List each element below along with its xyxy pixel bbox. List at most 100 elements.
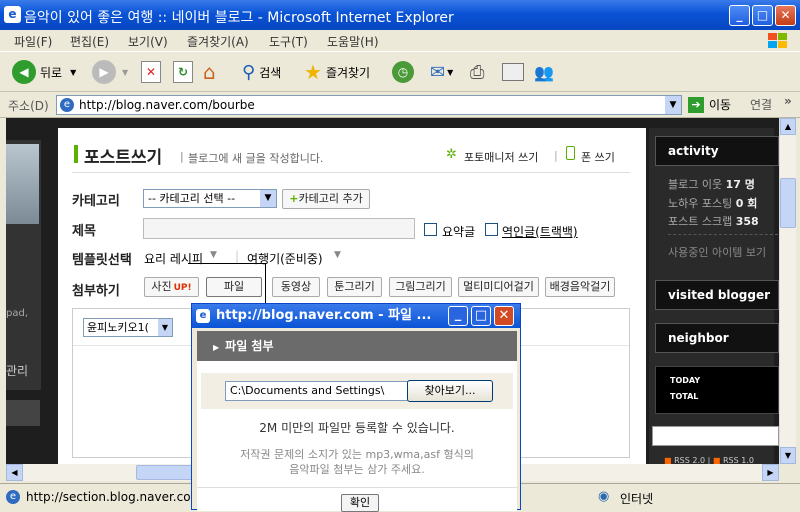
menu-view[interactable]: 보기(V) [128, 33, 168, 50]
template-travel-arrow-icon[interactable]: ▼ [334, 250, 341, 260]
font-select[interactable]: 윤피노키오1( ▼ [83, 318, 173, 337]
trackback-checkbox[interactable] [485, 223, 498, 236]
dialog-minimize-button[interactable]: _ [448, 306, 468, 326]
attach-bgm-button[interactable]: 배경음악걸기 [545, 277, 615, 297]
minimize-button[interactable]: _ [729, 5, 750, 26]
menu-edit[interactable]: 편집(E) [70, 33, 109, 50]
stop-button[interactable]: ✕ [141, 57, 161, 87]
menu-help[interactable]: 도움말(H) [327, 33, 379, 50]
sidebar-search-input[interactable] [652, 426, 779, 446]
address-label: 주소(D) [8, 99, 49, 113]
section-bullet-icon: ▶ [213, 343, 220, 352]
favorites-button[interactable]: ★ 즐겨찾기 [304, 57, 370, 87]
callout-line-top [188, 263, 265, 264]
history-button[interactable]: ◷ [392, 57, 414, 87]
edit-button[interactable] [502, 57, 524, 87]
dialog-maximize-button[interactable]: □ [471, 306, 491, 326]
browse-button[interactable]: 찾아보기... [407, 380, 493, 402]
trackback-link[interactable]: 역인글(트랙백) [502, 223, 578, 240]
messenger-button[interactable]: 👥 [534, 57, 554, 87]
vertical-scroll-thumb[interactable] [780, 178, 796, 228]
dialog-section-title: 파일 첨부 [225, 339, 274, 353]
category-label: 카테고리 [72, 194, 120, 209]
back-button[interactable]: ◀ 뒤로 ▼ [12, 57, 76, 87]
template-travel[interactable]: 여행기(준비중) [247, 250, 323, 267]
scroll-left-icon[interactable]: ◀ [6, 464, 23, 481]
sidebar-divider [668, 234, 778, 235]
page-title: 포스트쓰기 [84, 148, 163, 168]
rss2-link[interactable]: RSS 2.0 [674, 456, 705, 464]
status-url: http://section.blog.naver.com [26, 490, 203, 504]
ok-label: 확인 [349, 496, 371, 509]
title-input[interactable] [143, 218, 415, 239]
photo-up-badge: UP! [173, 283, 192, 293]
close-button[interactable]: ✕ [775, 5, 796, 26]
ok-button[interactable]: 확인 [341, 494, 379, 512]
photo-manager-link[interactable]: 포토매니저 쓰기 [464, 149, 538, 165]
template-recipe-arrow-icon[interactable]: ▼ [210, 250, 217, 260]
attach-photo-button[interactable]: 사진 UP! [144, 277, 199, 297]
go-button[interactable]: ➔ 이동 [688, 96, 731, 113]
file-select-row: C:\Documents and Settings\ 찾아보기... [201, 373, 513, 409]
title-bar: e 음악이 있어 좋은 여행 :: 네이버 블로그 - Microsoft In… [0, 0, 800, 30]
maximize-button[interactable]: □ [752, 5, 773, 26]
stat-scrap-label: 포스트 스크랩 [668, 215, 733, 228]
font-value: 윤피노키오1( [87, 321, 149, 334]
attach-drawing-button[interactable]: 그림그리기 [389, 277, 452, 297]
page-subtitle: 블로그에 새 글을 작성합니다. [188, 152, 324, 165]
address-input[interactable]: e http://blog.naver.com/bourbe ▼ [56, 95, 682, 115]
scroll-up-icon[interactable]: ▲ [780, 118, 796, 135]
mail-button[interactable]: ✉ ▼ [430, 57, 453, 87]
home-icon: ⌂ [203, 60, 216, 84]
home-button[interactable]: ⌂ [203, 57, 216, 87]
summary-checkbox[interactable] [424, 223, 437, 236]
attach-multimedia-button[interactable]: 멀티미디어걸기 [458, 277, 539, 297]
category-add-button[interactable]: +카테고리 추가 [282, 189, 370, 209]
neighbor-header[interactable]: neighbor [655, 323, 779, 353]
browse-label: 찾아보기... [424, 384, 476, 397]
links-label[interactable]: 연결 [750, 96, 772, 113]
links-chevron-icon[interactable]: » [784, 94, 792, 108]
forward-button[interactable]: ▶ ▼ [92, 57, 128, 87]
activity-header: activity [655, 136, 779, 166]
rss-icon: ■ [664, 456, 672, 464]
go-arrow-icon: ➔ [688, 96, 704, 113]
stat-neighbors: 블로그 이웃 17 명 [668, 176, 755, 192]
file-attach-dialog: e http://blog.naver.com - 파일 ... _ □ ✕ ▶… [191, 303, 521, 512]
rss1-link[interactable]: RSS 1.0 [723, 456, 754, 464]
left-text-b[interactable]: 관리 [6, 362, 28, 379]
attach-video-button[interactable]: 동영상 [272, 277, 320, 297]
dialog-close-button[interactable]: ✕ [494, 306, 514, 326]
link-divider: | [554, 149, 558, 162]
attach-photo-label: 사진 [151, 280, 172, 293]
print-button[interactable]: ⎙ [470, 57, 484, 87]
rss-links: ■ RSS 2.0 | ■ RSS 1.0 [664, 456, 754, 464]
menu-file[interactable]: 파일(F) [14, 33, 52, 50]
category-dropdown-icon[interactable]: ▼ [260, 190, 276, 207]
file-path-input[interactable]: C:\Documents and Settings\ [225, 381, 413, 401]
scroll-right-icon[interactable]: ▶ [762, 464, 779, 481]
font-dropdown-icon[interactable]: ▼ [158, 319, 172, 336]
menu-tools[interactable]: 도구(T) [269, 33, 308, 50]
stop-icon: ✕ [141, 61, 161, 83]
dialog-ie-icon: e [196, 309, 210, 323]
attach-video-label: 동영상 [280, 280, 312, 293]
total-label: TOTAL [670, 392, 699, 401]
stat-knowhow-label: 노하우 포스팅 [668, 197, 733, 210]
category-select[interactable]: -- 카테고리 선택 -- ▼ [143, 189, 277, 208]
favorites-label: 즐겨찾기 [325, 65, 371, 80]
template-recipe[interactable]: 요리 레시피 [144, 250, 203, 267]
visited-blogger-header[interactable]: visited blogger [655, 280, 779, 310]
item-view-link[interactable]: 사용중인 아이템 보기 [668, 244, 766, 260]
attach-toon-button[interactable]: 툰그리기 [327, 277, 382, 297]
refresh-button[interactable]: ↻ [173, 57, 193, 87]
attach-label: 첨부하기 [72, 284, 120, 299]
vertical-scrollbar[interactable]: ▲ ▼ [779, 118, 796, 464]
attach-file-button[interactable]: 파일 [206, 277, 262, 297]
search-button[interactable]: ⚲ 검색 [242, 57, 281, 87]
address-dropdown-icon[interactable]: ▼ [665, 96, 681, 114]
menu-favorites[interactable]: 즐겨찾기(A) [187, 33, 249, 50]
photo-manager-icon: ✲ [446, 147, 457, 162]
phone-write-link[interactable]: 폰 쓰기 [581, 149, 615, 165]
scroll-down-icon[interactable]: ▼ [780, 447, 796, 464]
